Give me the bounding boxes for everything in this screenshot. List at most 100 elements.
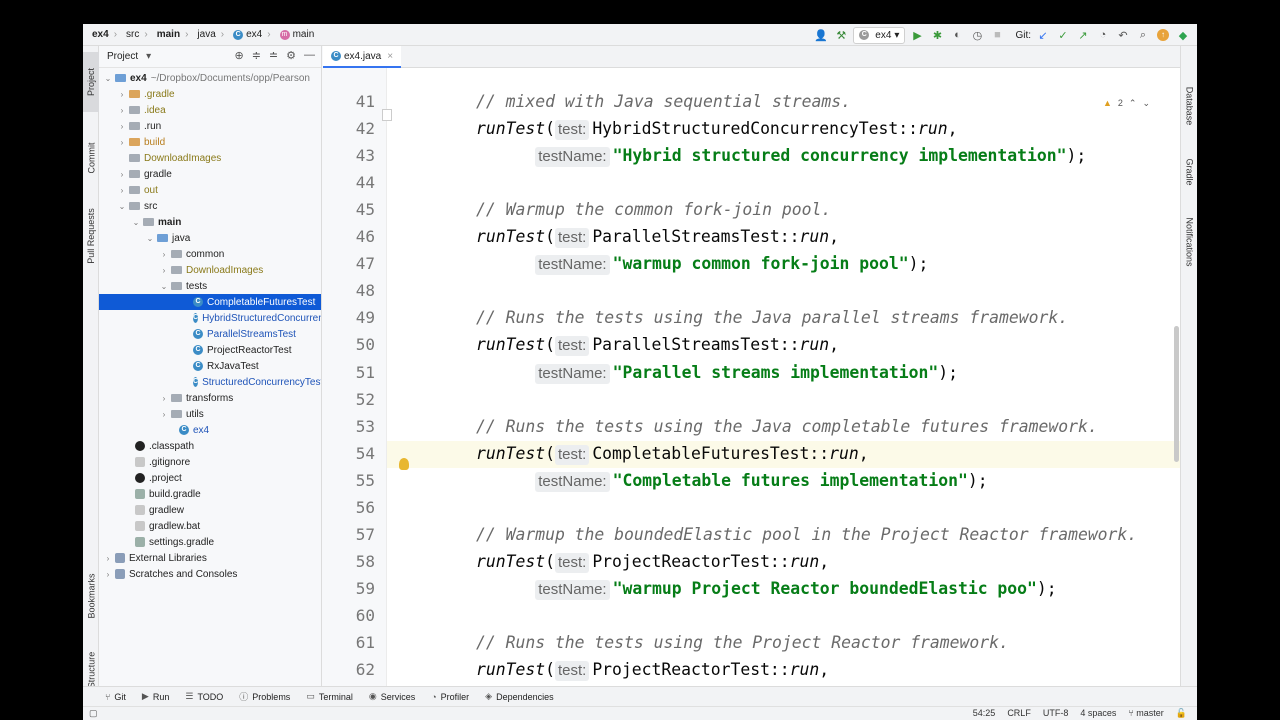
inspection-widget[interactable]: ▲ 2 ⌃ ⌄ bbox=[1103, 98, 1150, 109]
tree-item-run[interactable]: › .run bbox=[99, 118, 321, 134]
chevron-right-icon: › bbox=[162, 393, 166, 403]
locate-icon[interactable]: ⊕ bbox=[234, 49, 243, 62]
tree-item-java[interactable]: ⌄ java bbox=[99, 230, 321, 246]
breadcrumb-main[interactable]: main › bbox=[148, 29, 189, 40]
tool-todo[interactable]: ☰ TODO bbox=[185, 691, 223, 702]
line-separator[interactable]: CRLF bbox=[1007, 708, 1031, 719]
tree-item-build[interactable]: › build bbox=[99, 134, 321, 150]
tab-notifications[interactable]: Notifications bbox=[1181, 206, 1197, 278]
class-icon: C bbox=[193, 345, 203, 355]
tree-item-project-file[interactable]: .project bbox=[99, 470, 321, 486]
rollback-icon[interactable]: ↶ bbox=[1115, 27, 1131, 43]
breadcrumb-project[interactable]: ex4 › bbox=[83, 29, 117, 40]
lightbulb-icon[interactable] bbox=[399, 458, 409, 470]
tree-item-root[interactable]: ⌄ ex4 ~/Dropbox/Documents/opp/Pearson bbox=[99, 70, 321, 86]
tree-item-rxjava[interactable]: C RxJavaTest bbox=[99, 358, 321, 374]
gear-icon[interactable]: ⚙ bbox=[286, 49, 296, 62]
tree-item-build-gradle[interactable]: build.gradle bbox=[99, 486, 321, 502]
tree-item-out[interactable]: › out bbox=[99, 182, 321, 198]
close-icon[interactable]: × bbox=[387, 51, 393, 62]
tree-item-src[interactable]: ⌄ src bbox=[99, 198, 321, 214]
chevron-up-icon: ⌃ bbox=[1128, 98, 1137, 108]
tree-item-tests[interactable]: ⌄ tests bbox=[99, 278, 321, 294]
chevron-down-icon: ▾ bbox=[894, 29, 900, 41]
tool-services[interactable]: ◉ Services bbox=[369, 691, 415, 702]
run-icon[interactable]: ▶ bbox=[909, 27, 925, 43]
git-update-icon[interactable]: ↙ bbox=[1035, 27, 1051, 43]
tree-item-common[interactable]: › common bbox=[99, 246, 321, 262]
ide-logo-icon[interactable]: ◆ bbox=[1175, 27, 1191, 43]
tab-project[interactable]: Project bbox=[83, 52, 99, 112]
code-editor[interactable]: 41 42 43 44 45 46 47 48 49 50 51 52 53 54 55 56 57 58 59 60… bbox=[323, 68, 1180, 698]
git-commit-icon[interactable]: ✓ bbox=[1055, 27, 1071, 43]
tree-item-classpath[interactable]: .classpath bbox=[99, 438, 321, 454]
tree-item-hybridstructured[interactable]: CHybridStructuredConcurrencyTest bbox=[99, 310, 321, 326]
breadcrumb-java[interactable]: java › bbox=[188, 29, 224, 40]
tree-item-downloadimages-pkg[interactable]: › DownloadImages bbox=[99, 262, 321, 278]
tool-git[interactable]: ⑂ Git bbox=[105, 692, 126, 702]
panel-toggle-icon[interactable]: ▢ bbox=[89, 708, 98, 719]
tree-item-gradle-dir[interactable]: › .gradle bbox=[99, 86, 321, 102]
tool-dependencies[interactable]: ◈ Dependencies bbox=[485, 691, 553, 702]
code-token: "Completable futures implementation" bbox=[612, 470, 968, 490]
history-icon[interactable]: ◔ bbox=[1095, 27, 1111, 43]
tree-item-scratches[interactable]: › Scratches and Consoles bbox=[99, 566, 321, 582]
tree-item-idea[interactable]: › .idea bbox=[99, 102, 321, 118]
tree-item-gradlew-bat[interactable]: gradlew.bat bbox=[99, 518, 321, 534]
caret-position[interactable]: 54:25 bbox=[973, 708, 996, 719]
tree-item-gradlew[interactable]: gradlew bbox=[99, 502, 321, 518]
profile-icon[interactable]: ◷ bbox=[969, 27, 985, 43]
search-icon[interactable]: ⌕ bbox=[1135, 27, 1151, 43]
tree-item-main[interactable]: ⌄ main bbox=[99, 214, 321, 230]
tree-item-downloadimages[interactable]: DownloadImages bbox=[99, 150, 321, 166]
tree-item-completablefuturestest[interactable]: C CompletableFuturesTest bbox=[99, 294, 321, 310]
tree-item-structuredconcurrency[interactable]: C StructuredConcurrencyTest bbox=[99, 374, 321, 390]
fold-marker-icon[interactable] bbox=[382, 109, 392, 121]
run-config-select[interactable]: Cex4 ▾ bbox=[853, 26, 906, 44]
tab-gradle[interactable]: Gradle bbox=[1181, 148, 1197, 196]
hammer-icon[interactable]: ⚒ bbox=[833, 27, 849, 43]
code-token: run bbox=[789, 551, 820, 571]
tool-profiler[interactable]: ◔ Profiler bbox=[431, 692, 469, 702]
git-branch[interactable]: ⑂ master bbox=[1128, 708, 1163, 719]
chevron-down-icon[interactable]: ▾ bbox=[146, 51, 151, 62]
folder-icon bbox=[115, 74, 126, 82]
tab-ex4-java[interactable]: Cex4.java × bbox=[323, 46, 402, 68]
vertical-scrollbar[interactable] bbox=[1174, 326, 1179, 462]
tree-item-external-libraries[interactable]: › External Libraries bbox=[99, 550, 321, 566]
collapse-all-icon[interactable]: ≐ bbox=[269, 49, 278, 62]
expand-all-icon[interactable]: ≑ bbox=[252, 49, 261, 62]
breadcrumb-class[interactable]: Cex4 › bbox=[224, 29, 271, 40]
tree-item-settings-gradle[interactable]: settings.gradle bbox=[99, 534, 321, 550]
coverage-icon[interactable]: ◐ bbox=[949, 27, 965, 43]
indent-setting[interactable]: 4 spaces bbox=[1080, 708, 1116, 719]
tool-problems[interactable]: ⓘ Problems bbox=[239, 690, 290, 703]
file-encoding[interactable]: UTF-8 bbox=[1043, 708, 1069, 719]
class-icon: C bbox=[193, 329, 203, 339]
tab-pull-requests[interactable]: Pull Requests bbox=[83, 196, 99, 276]
line-number: 54 bbox=[355, 443, 375, 463]
git-push-icon[interactable]: ↗ bbox=[1075, 27, 1091, 43]
lock-icon[interactable]: 🔓 bbox=[1176, 708, 1187, 719]
tab-database[interactable]: Database bbox=[1181, 76, 1197, 136]
tree-item-gitignore[interactable]: .gitignore bbox=[99, 454, 321, 470]
tree-item-projectreactor[interactable]: C ProjectReactorTest bbox=[99, 342, 321, 358]
update-icon[interactable]: ↑ bbox=[1155, 27, 1171, 43]
hide-icon[interactable]: — bbox=[304, 49, 315, 62]
project-panel-title[interactable]: Project bbox=[107, 51, 138, 62]
tab-bookmarks[interactable]: Bookmarks bbox=[83, 564, 99, 628]
tree-item-parallelstreams[interactable]: C ParallelStreamsTest bbox=[99, 326, 321, 342]
user-icon[interactable]: 👤 bbox=[813, 27, 829, 43]
tree-item-transforms[interactable]: › transforms bbox=[99, 390, 321, 406]
tree-item-ex4-class[interactable]: Cex4 bbox=[99, 422, 321, 438]
tab-commit[interactable]: Commit bbox=[83, 130, 99, 186]
tree-item-gradle[interactable]: › gradle bbox=[99, 166, 321, 182]
debug-icon[interactable]: ✱ bbox=[929, 27, 945, 43]
stop-icon[interactable]: ■ bbox=[989, 27, 1005, 43]
tool-terminal[interactable]: ▭ Terminal bbox=[306, 691, 353, 702]
chevron-down-icon: ⌄ bbox=[1142, 98, 1150, 108]
tool-run[interactable]: ▶ Run bbox=[142, 691, 169, 702]
breadcrumb-method[interactable]: m main bbox=[271, 29, 314, 40]
breadcrumb-src[interactable]: src › bbox=[117, 29, 148, 40]
tree-item-utils[interactable]: › utils bbox=[99, 406, 321, 422]
